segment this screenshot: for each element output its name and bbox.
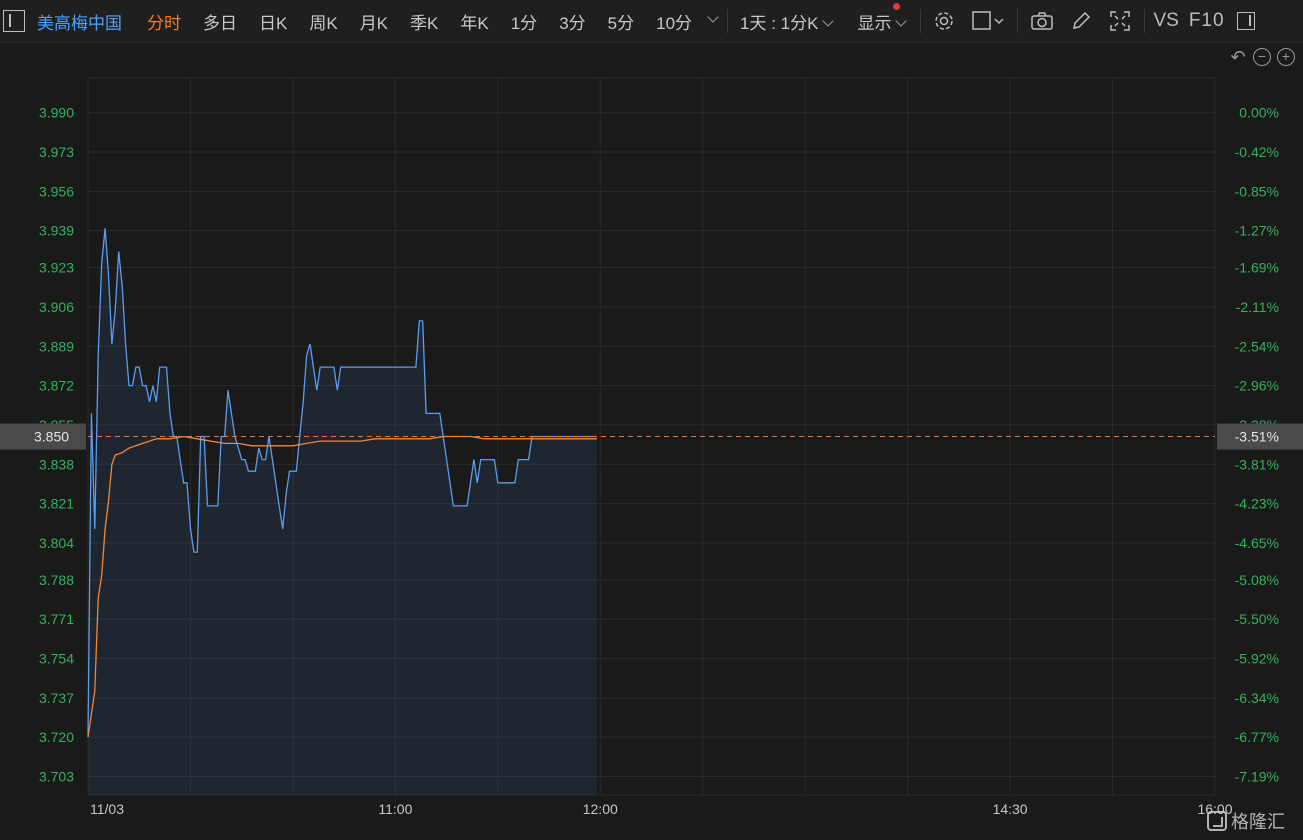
y-tick-label: 3.990 [39, 105, 74, 121]
intraday-chart[interactable]: 3.990 0.00% 3.973 -0.42% 3.956 -0.85% 3.939 -1.… [0, 0, 1303, 840]
y-tick-label: 3.804 [39, 535, 74, 551]
x-tick-label: 14:30 [993, 801, 1028, 817]
ref-price-label: 3.850 [34, 429, 69, 445]
y-tick-label: 3.956 [39, 183, 74, 199]
pct-tick-label: -3.81% [1235, 456, 1279, 472]
y-tick-label: 3.906 [39, 299, 74, 315]
y-tick-label: 3.838 [39, 456, 74, 472]
y-tick-label: 3.889 [39, 338, 74, 354]
pct-tick-label: -6.77% [1235, 729, 1279, 745]
pct-tick-label: -1.27% [1235, 223, 1279, 239]
price-area [88, 228, 597, 796]
reference-layer: 3.850 -3.51% [0, 423, 1303, 450]
x-tick-label: 11/03 [90, 801, 124, 817]
y-tick-label: 3.939 [39, 223, 74, 239]
x-tick-label: 12:00 [583, 801, 618, 817]
y-tick-label: 3.872 [39, 378, 74, 394]
watermark-text: 格隆汇 [1231, 812, 1285, 832]
pct-tick-label: -1.69% [1235, 260, 1279, 276]
watermark: 格隆汇 [1207, 808, 1285, 834]
pct-tick-label: -4.65% [1235, 535, 1279, 551]
y-tick-label: 3.771 [39, 611, 74, 627]
y-tick-label: 3.754 [39, 651, 74, 667]
pct-tick-label: -0.42% [1235, 144, 1279, 160]
pct-tick-label: -7.19% [1235, 768, 1279, 784]
series-layer [87, 228, 597, 796]
pct-tick-label: -5.92% [1235, 651, 1279, 667]
y-tick-label: 3.821 [39, 496, 74, 512]
y-tick-label: 3.737 [39, 690, 74, 706]
y-tick-label: 3.923 [39, 260, 74, 276]
pct-tick-label: 0.00% [1239, 105, 1279, 121]
pct-tick-label: -2.54% [1235, 338, 1279, 354]
x-tick-label: 11:00 [378, 801, 412, 817]
pct-tick-label: -4.23% [1235, 496, 1279, 512]
y-tick-label: 3.973 [39, 144, 74, 160]
y-tick-label: 3.788 [39, 572, 74, 588]
pct-tick-label: -2.96% [1235, 378, 1279, 394]
watermark-logo-icon [1207, 811, 1227, 831]
pct-tick-label: -2.11% [1236, 299, 1279, 315]
y-tick-label: 3.720 [39, 729, 74, 745]
pct-tick-label: -5.08% [1235, 572, 1279, 588]
pct-tick-label: -0.85% [1235, 183, 1279, 199]
ref-pct-label: -3.51% [1235, 429, 1279, 445]
pct-tick-label: -6.34% [1235, 690, 1279, 706]
y-tick-label: 3.703 [39, 768, 74, 784]
pct-tick-label: -5.50% [1235, 611, 1279, 627]
